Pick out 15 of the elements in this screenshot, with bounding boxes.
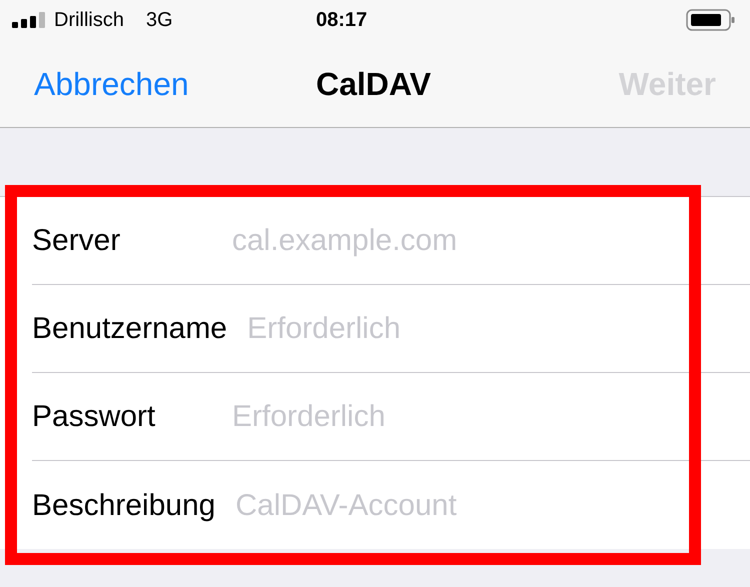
status-time: 08:17 <box>316 8 368 33</box>
carrier-name: Drillisch <box>54 8 124 33</box>
battery-icon <box>686 8 736 32</box>
input-field[interactable]: Erforderlich <box>247 306 710 351</box>
input-field[interactable]: CalDAV-Account <box>235 482 710 528</box>
nav-title: CalDAV <box>316 64 431 104</box>
cancel-button[interactable]: Abbrechen <box>34 60 189 108</box>
field-label: Passwort <box>32 399 156 435</box>
field-label: Beschreibung <box>32 488 216 524</box>
network-type: 3G <box>146 8 173 33</box>
field-label: Server <box>32 223 122 259</box>
input-field[interactable]: Erforderlich <box>232 394 710 439</box>
signal-icon <box>12 12 48 28</box>
input-field[interactable]: cal.example.com <box>232 218 710 263</box>
field-label: Benutzername <box>32 311 228 347</box>
